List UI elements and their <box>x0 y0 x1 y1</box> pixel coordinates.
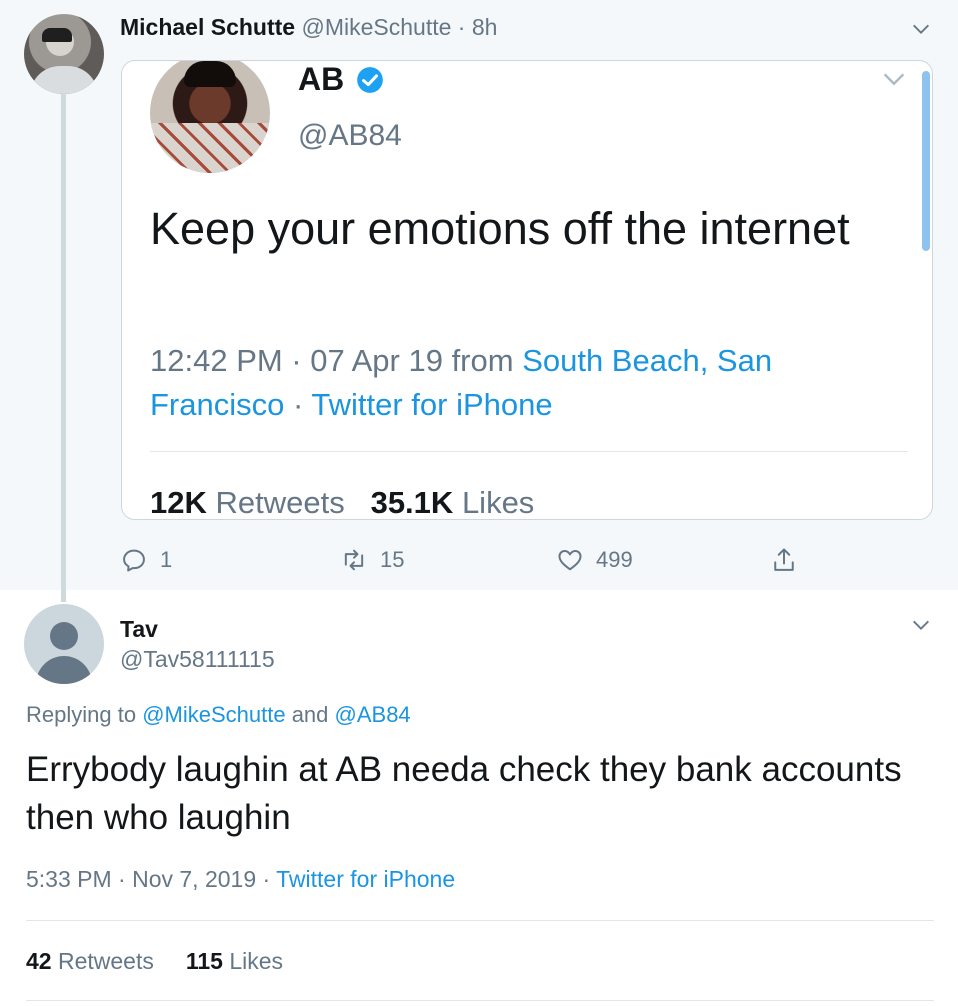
verified-badge-icon <box>357 67 383 93</box>
reply-tweet-meta: 5:33 PM · Nov 7, 2019 · Twitter for iPho… <box>26 866 455 893</box>
tweet-author[interactable]: Michael Schutte @MikeSchutte · 8h <box>120 14 497 41</box>
reply-tweet-stats: 42 Retweets 115 Likes <box>26 948 283 975</box>
retweets-count: 12K <box>150 485 207 520</box>
likes-label: Likes <box>461 485 535 520</box>
likes-stat[interactable]: 35.1K Likes <box>370 485 535 520</box>
replying-to: Replying to @MikeSchutte and @AB84 <box>26 702 411 728</box>
reply-tweet-text: Errybody laughin at AB needa check they … <box>26 750 902 837</box>
retweets-label: Retweets <box>215 485 345 520</box>
likes-label: Likes <box>229 948 284 974</box>
replying-and: and <box>285 702 335 727</box>
share-icon <box>774 548 794 571</box>
source-link[interactable]: Twitter for iPhone <box>276 866 455 892</box>
quoted-tweet-text: Keep your emotions off the internet <box>150 203 850 254</box>
quoted-author-handle[interactable]: @AB84 <box>298 119 402 153</box>
mention-link[interactable]: @AB84 <box>335 702 411 727</box>
quoted-tweet-card[interactable]: AB @AB84 Keep your emotions off the inte… <box>121 60 933 520</box>
divider <box>150 451 908 452</box>
retweet-button[interactable]: 15 <box>340 544 404 576</box>
quoted-tweet-stats: 12K Retweets 35.1K Likes <box>150 485 535 520</box>
like-count: 499 <box>596 547 633 572</box>
thread-line <box>61 92 66 602</box>
chevron-down-icon[interactable] <box>910 614 932 636</box>
likes-count: 35.1K <box>370 485 454 520</box>
heart-icon <box>558 550 582 571</box>
divider <box>26 1000 934 1001</box>
avatar[interactable] <box>150 61 270 173</box>
replying-prefix: Replying to <box>26 702 143 727</box>
likes-stat[interactable]: 115 Likes <box>186 948 283 974</box>
separator: · <box>451 14 472 40</box>
mention-link[interactable]: @MikeSchutte <box>142 702 285 727</box>
chevron-down-icon[interactable] <box>880 65 908 93</box>
quoted-tweet-meta: 12:42 PM · 07 Apr 19 from South Beach, S… <box>150 339 890 427</box>
quoted-author-name[interactable]: AB <box>298 61 344 98</box>
separator: · <box>256 866 277 892</box>
retweets-stat[interactable]: 12K Retweets <box>150 485 345 520</box>
author-name[interactable]: Michael Schutte <box>120 14 295 40</box>
separator: · <box>284 387 312 422</box>
likes-count: 115 <box>185 948 223 974</box>
retweets-stat[interactable]: 42 Retweets <box>26 948 154 974</box>
share-button[interactable] <box>770 544 798 576</box>
author-handle[interactable]: @MikeSchutte <box>302 14 452 40</box>
reply-button[interactable]: 1 <box>120 544 172 576</box>
avatar[interactable] <box>24 14 104 94</box>
avatar[interactable] <box>24 604 104 684</box>
divider <box>26 920 934 921</box>
reply-count: 1 <box>160 547 173 572</box>
reply-author-name[interactable]: Tav <box>120 616 158 643</box>
reply-icon <box>123 549 145 572</box>
reply-tweet-time[interactable]: 5:33 PM · Nov 7, 2019 <box>26 866 256 892</box>
scrollbar[interactable] <box>922 71 930 251</box>
retweets-label: Retweets <box>57 948 154 974</box>
retweet-count: 15 <box>380 547 405 572</box>
quoted-tweet-time: 12:42 PM · 07 Apr 19 from <box>150 343 523 378</box>
tweet-time[interactable]: 8h <box>472 14 498 40</box>
retweet-icon <box>344 549 364 571</box>
retweets-count: 42 <box>26 948 52 974</box>
like-button[interactable]: 499 <box>556 544 633 576</box>
chevron-down-icon[interactable] <box>910 18 932 40</box>
reply-author-handle[interactable]: @Tav58111115 <box>120 646 275 673</box>
source-link[interactable]: Twitter for iPhone <box>311 387 552 422</box>
